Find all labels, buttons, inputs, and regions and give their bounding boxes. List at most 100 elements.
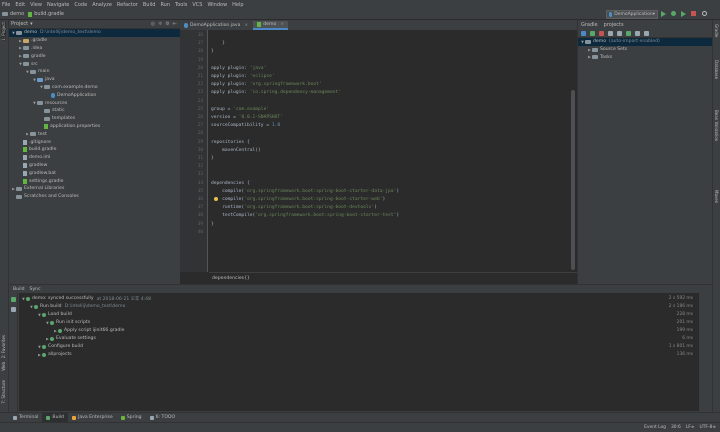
build-tree-row[interactable]: ▶ Apply script ijinit66.gradle 199 ms	[53, 327, 697, 334]
project-tree-item[interactable]: ▼ src	[9, 60, 180, 68]
project-tool-tab[interactable]: 1: Project	[1, 22, 6, 41]
project-tree-item[interactable]: gradlew.bat	[9, 169, 180, 177]
gradle-tree-item[interactable]: ▶ Source Sets	[578, 46, 712, 54]
project-tree-item[interactable]: settings.gradle	[9, 177, 180, 185]
code-editor[interactable]: }} apply plugin: 'java' apply plugin: 'ecl…	[209, 30, 569, 272]
toggle-offline-icon[interactable]	[635, 30, 640, 36]
code-line[interactable]: apply plugin: 'java'	[211, 66, 266, 71]
code-line[interactable]: testCompile('org.springframework.boot:sp…	[211, 213, 399, 218]
bottom-tab-terminal[interactable]: Terminal	[9, 413, 42, 422]
tab-build[interactable]: Build	[13, 287, 25, 292]
nav-crumb-file[interactable]: build.gradle	[28, 11, 64, 17]
editor-breadcrumb[interactable]: dependencies{}	[209, 272, 577, 284]
chevron-down-icon[interactable]: ▾	[30, 21, 33, 27]
file-encoding[interactable]: UTF-8≑	[700, 425, 716, 430]
project-tree-item[interactable]: ▼ demo D:\intellij\demo_test\demo	[9, 29, 180, 37]
code-line[interactable]: apply plugin: 'io.spring.dependency-mana…	[211, 90, 341, 95]
expand-icon[interactable]	[608, 30, 613, 36]
project-tree-item[interactable]: demo.iml	[9, 154, 180, 162]
code-line[interactable]: apply plugin: 'org.springframework.boot'	[211, 82, 322, 87]
bottom-tab-6-todo[interactable]: 6: TODO	[146, 413, 180, 422]
stop-icon[interactable]	[11, 307, 16, 312]
project-tree-item[interactable]: application.properties	[9, 123, 180, 131]
gradle-tree-item[interactable]: ▼ demo (auto-import enabled)	[578, 38, 712, 46]
project-tree-item[interactable]: .gitignore	[9, 138, 180, 146]
globe-icon[interactable]: ◎	[151, 21, 155, 27]
project-tree-item[interactable]: ▶ .idea	[9, 45, 180, 53]
code-line[interactable]: compile('org.springframework.boot:spring…	[211, 189, 399, 194]
structure-tool-tab[interactable]: 7: Structure	[1, 380, 6, 404]
code-line[interactable]: compile('org.springframework.boot:spring…	[211, 197, 385, 202]
project-tree-item[interactable]: ▶ External Libraries	[9, 185, 180, 193]
project-tree-item[interactable]: static	[9, 107, 180, 115]
gradle-settings-icon[interactable]	[644, 30, 649, 36]
collapse-icon[interactable]	[617, 30, 622, 36]
add-icon[interactable]	[590, 30, 595, 36]
menu-file[interactable]: File	[2, 2, 10, 8]
web-tool-tab[interactable]: Web	[1, 362, 6, 371]
project-tree-item[interactable]: build.gradle	[9, 146, 180, 154]
rerun-icon[interactable]	[11, 297, 16, 302]
maven-tool-tab[interactable]: Maven	[714, 190, 719, 203]
code-line[interactable]: }	[211, 41, 225, 46]
menu-view[interactable]: View	[30, 2, 42, 8]
editor-scrollbar[interactable]	[569, 30, 577, 272]
menu-refactor[interactable]: Refactor	[117, 2, 138, 8]
menu-window[interactable]: Window	[207, 2, 227, 8]
editor-tab[interactable]: demo ×	[253, 21, 289, 30]
menu-edit[interactable]: Edit	[15, 2, 25, 8]
project-tree-item[interactable]: ▶ .gradle	[9, 37, 180, 45]
gradle-tool-tab[interactable]: Gradle	[714, 24, 719, 37]
build-tree-row[interactable]: ▼ Configure build 1 s 801 ms	[37, 343, 697, 350]
project-tree-item[interactable]: ▼ resources	[9, 99, 180, 107]
project-tree-item[interactable]: ▶ test	[9, 130, 180, 138]
lightbulb-icon[interactable]	[214, 197, 218, 201]
code-line[interactable]: apply plugin: 'eclipse'	[211, 74, 275, 79]
tab-sync[interactable]: Sync	[30, 287, 41, 292]
menu-navigate[interactable]: Navigate	[47, 2, 69, 8]
gear-icon[interactable]: ⚙	[165, 21, 169, 27]
project-tree-item[interactable]: ▼ com.example.demo	[9, 84, 180, 92]
line-separator[interactable]: LF≑	[686, 425, 695, 430]
execute-task-icon[interactable]	[626, 30, 631, 36]
nav-crumb-project[interactable]: demo	[2, 11, 24, 17]
close-icon[interactable]: ×	[280, 22, 284, 27]
menu-code[interactable]: Code	[74, 2, 87, 8]
project-tree-item[interactable]: ▼ main	[9, 68, 180, 76]
database-tool-tab[interactable]: Database	[714, 60, 719, 79]
bottom-tab-java-enterprise[interactable]: Java Enterprise	[68, 413, 117, 422]
menu-analyze[interactable]: Analyze	[92, 2, 112, 8]
project-tree-item[interactable]: ▼ java	[9, 76, 180, 84]
build-tree-row[interactable]: ▼ Load build 228 ms	[37, 311, 697, 318]
bottom-tab-spring[interactable]: Spring	[117, 413, 146, 422]
remove-icon[interactable]	[599, 30, 604, 36]
code-line[interactable]: dependencies {	[211, 181, 250, 186]
code-line[interactable]: sourceCompatibility = 1.8	[211, 123, 280, 128]
build-tree-row[interactable]: ▶ Evaluate settings 6 ms	[45, 335, 697, 342]
project-tree-item[interactable]: gradlew	[9, 162, 180, 170]
project-tree-item[interactable]: templates	[9, 115, 180, 123]
hide-icon[interactable]: ⇤	[173, 21, 177, 27]
build-tree-row[interactable]: ▼ Run init scripts 201 ms	[45, 319, 697, 326]
favorites-tool-tab[interactable]: 2: Favorites	[1, 335, 6, 358]
build-tree-row[interactable]: ▶ allprojects 136 ms	[37, 351, 697, 358]
debug-button[interactable]	[671, 11, 677, 17]
code-line[interactable]: runtime('org.springframework.boot:spring…	[211, 205, 377, 210]
code-line[interactable]: }	[211, 49, 214, 54]
project-tree-item[interactable]: ▶ gradle	[9, 52, 180, 60]
bean-validation-tool-tab[interactable]: Bean Validation	[714, 110, 719, 141]
build-tree-row[interactable]: ▼ Run build D:\intellij\demo_test\demo 2 s …	[29, 303, 697, 310]
menu-build[interactable]: Build	[143, 2, 156, 8]
editor-tab[interactable]: DemoApplication.java ×	[180, 21, 252, 30]
collapse-icon[interactable]: ≑	[158, 21, 162, 27]
code-line[interactable]: repositories {	[211, 140, 250, 145]
build-tree-row[interactable]: ▼ demo: synced successfully at 2018-06-21 …	[21, 295, 697, 302]
refresh-icon[interactable]	[581, 30, 586, 36]
caret-position[interactable]: 30:6	[671, 425, 681, 430]
project-tree-item[interactable]: Scratches and Consoles	[9, 193, 180, 201]
code-line[interactable]: version = '0.0.1-SNAPSHOT'	[211, 115, 283, 120]
close-icon[interactable]: ×	[244, 23, 248, 28]
coverage-button[interactable]	[681, 11, 687, 17]
code-line[interactable]: group = 'com.example'	[211, 107, 269, 112]
bottom-tab-build[interactable]: Build	[42, 413, 68, 422]
